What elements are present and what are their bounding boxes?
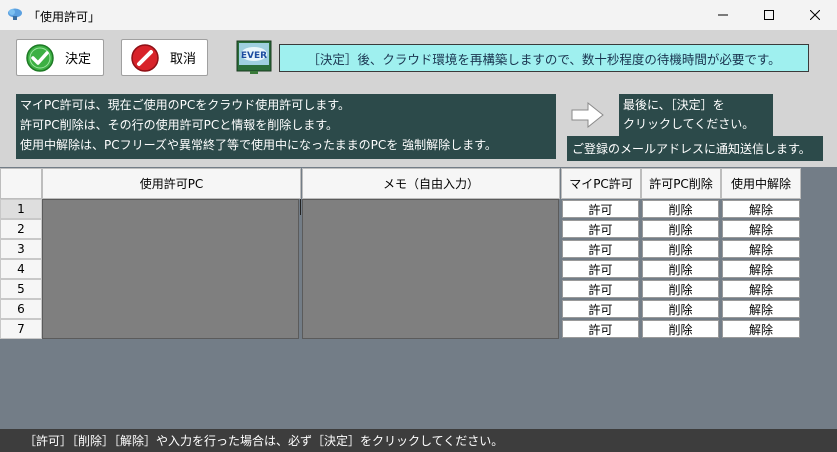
mail-notice: ご登録のメールアドレスに通知送信します。 bbox=[567, 136, 823, 161]
row-header[interactable]: 1 bbox=[0, 199, 42, 219]
close-button[interactable] bbox=[792, 0, 837, 30]
delete-button[interactable]: 削除 bbox=[642, 300, 719, 318]
column-header-memo: メモ（自由入力） bbox=[302, 168, 560, 199]
info-panel: マイPC許可は、現在ご使用のPCをクラウド使用許可します。 許可PC削除は、その… bbox=[16, 94, 556, 159]
column-header-pc: 使用許可PC bbox=[42, 168, 301, 199]
final-instruction: 最後に、［決定］を クリックしてください。 bbox=[619, 94, 773, 136]
minimize-icon bbox=[718, 14, 728, 16]
row-header[interactable]: 4 bbox=[0, 259, 42, 279]
release-button[interactable]: 解除 bbox=[722, 200, 800, 218]
release-button[interactable]: 解除 bbox=[722, 220, 800, 238]
delete-button[interactable]: 削除 bbox=[642, 200, 719, 218]
cancel-button-label: 取消 bbox=[170, 52, 197, 67]
row-header[interactable]: 7 bbox=[0, 319, 42, 339]
row-header[interactable]: 5 bbox=[0, 279, 42, 299]
permission-grid: 使用許可PC メモ（自由入力） マイPC許可 許可PC削除 使用中解除 1 2 … bbox=[0, 167, 837, 429]
allow-button[interactable]: 許可 bbox=[562, 200, 639, 218]
cloud-icon bbox=[8, 8, 22, 20]
title-bar: 「使用許可」 bbox=[0, 0, 837, 30]
rebuild-notice: ［決定］後、クラウド環境を再構築しますので、数十秒程度の待機時間が必要です。 bbox=[279, 44, 809, 72]
row-header[interactable]: 3 bbox=[0, 239, 42, 259]
ok-button[interactable]: 決定 bbox=[16, 39, 104, 76]
info-line-delete: 許可PC削除は、その行の使用許可PCと情報を削除します。 bbox=[20, 118, 339, 132]
delete-button[interactable]: 削除 bbox=[642, 240, 719, 258]
allowed-pc-cells[interactable] bbox=[42, 199, 299, 339]
grid-corner bbox=[0, 168, 42, 199]
delete-button[interactable]: 削除 bbox=[642, 220, 719, 238]
window-title: 「使用許可」 bbox=[28, 10, 101, 24]
memo-cells[interactable] bbox=[302, 199, 559, 339]
row-header[interactable]: 6 bbox=[0, 299, 42, 319]
maximize-button[interactable] bbox=[746, 0, 792, 30]
delete-button[interactable]: 削除 bbox=[642, 280, 719, 298]
allow-button[interactable]: 許可 bbox=[562, 220, 639, 238]
delete-button[interactable]: 削除 bbox=[642, 260, 719, 278]
allow-button[interactable]: 許可 bbox=[562, 300, 639, 318]
release-button[interactable]: 解除 bbox=[722, 280, 800, 298]
cancel-button[interactable]: 取消 bbox=[121, 39, 208, 76]
release-button[interactable]: 解除 bbox=[722, 240, 800, 258]
top-panel: 決定 取消 EVER ［決定］後、クラウド環境を再構築しますので、数十秒程度の待… bbox=[0, 30, 837, 167]
status-bar: ［許可］［削除］［解除］や入力を行った場合は、必ず［決定］をクリックしてください… bbox=[0, 429, 837, 452]
ever-logo-icon: EVER bbox=[236, 40, 272, 74]
check-icon bbox=[26, 43, 54, 72]
allow-button[interactable]: 許可 bbox=[562, 260, 639, 278]
maximize-icon bbox=[764, 10, 774, 20]
delete-button[interactable]: 削除 bbox=[642, 320, 719, 338]
row-header[interactable]: 2 bbox=[0, 219, 42, 239]
release-button[interactable]: 解除 bbox=[722, 300, 800, 318]
info-line-my-pc: マイPC許可は、現在ご使用のPCをクラウド使用許可します。 bbox=[20, 98, 351, 112]
arrow-right-icon bbox=[571, 101, 604, 129]
no-entry-icon bbox=[131, 43, 159, 72]
text-cursor bbox=[300, 199, 301, 215]
client-area: 決定 取消 EVER ［決定］後、クラウド環境を再構築しますので、数十秒程度の待… bbox=[0, 30, 837, 452]
column-header-in-use-release: 使用中解除 bbox=[721, 168, 801, 199]
ok-button-label: 決定 bbox=[65, 52, 92, 67]
info-line-release: 使用中解除は、PCフリーズや異常終了等で使用中になったままのPCを 強制解除しま… bbox=[20, 138, 497, 152]
final-line-1: 最後に、［決定］を bbox=[623, 98, 725, 112]
final-line-2: クリックしてください。 bbox=[623, 117, 755, 131]
column-header-my-pc-allow: マイPC許可 bbox=[561, 168, 641, 199]
allow-button[interactable]: 許可 bbox=[562, 280, 639, 298]
ever-logo-text: EVER bbox=[241, 51, 267, 61]
close-icon bbox=[810, 10, 820, 20]
release-button[interactable]: 解除 bbox=[722, 260, 800, 278]
minimize-button[interactable] bbox=[700, 0, 746, 30]
allow-button[interactable]: 許可 bbox=[562, 320, 639, 338]
column-header-pc-delete: 許可PC削除 bbox=[641, 168, 721, 199]
release-button[interactable]: 解除 bbox=[722, 320, 800, 338]
allow-button[interactable]: 許可 bbox=[562, 240, 639, 258]
